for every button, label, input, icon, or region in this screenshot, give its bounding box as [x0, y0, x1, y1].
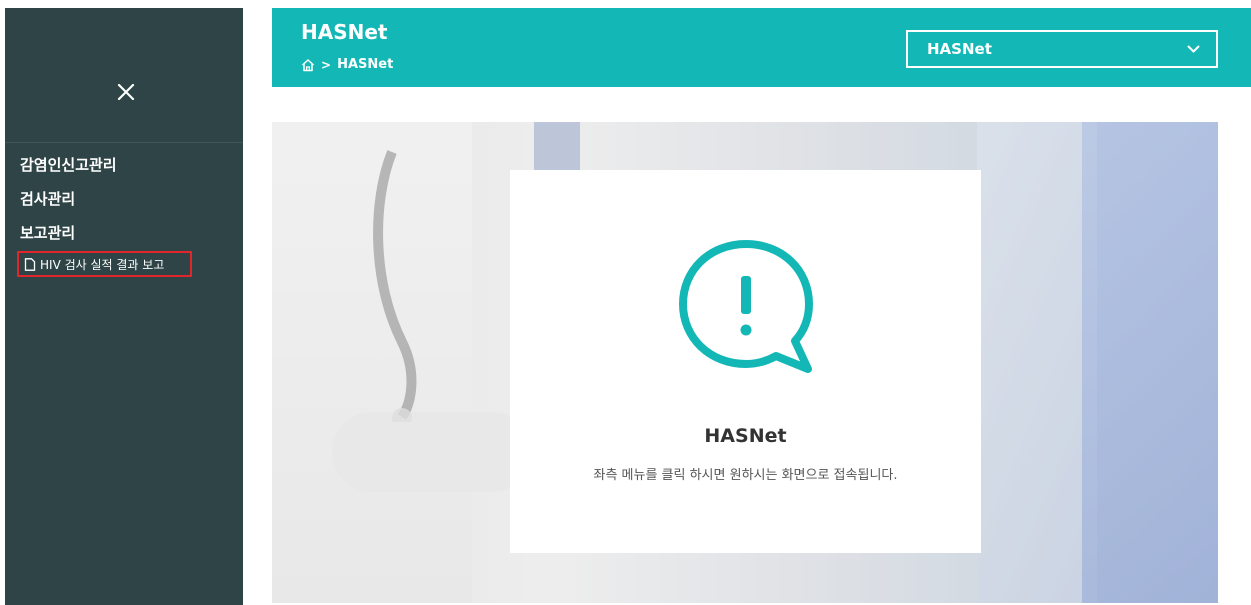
card-message: 좌측 메뉴를 클릭 하시면 원하시는 화면으로 접속됩니다. — [593, 468, 898, 483]
close-button[interactable] — [108, 74, 144, 110]
page-title: HASNet — [301, 20, 388, 44]
submenu-item-label: HIV 검사 실적 결과 보고 — [40, 257, 165, 272]
page-header: HASNet > HASNet HASNet — [272, 8, 1251, 87]
background-image: HASNet 좌측 메뉴를 클릭 하시면 원하시는 화면으로 접속됩니다. — [272, 122, 1218, 603]
breadcrumb-current: HASNet — [337, 57, 394, 72]
home-icon[interactable] — [301, 58, 315, 72]
submenu-item-hiv-report[interactable]: HIV 검사 실적 결과 보고 — [17, 251, 192, 277]
card-title: HASNet — [704, 425, 787, 447]
chevron-down-icon — [1187, 45, 1200, 53]
breadcrumb: > HASNet — [301, 57, 393, 72]
sidebar-divider — [5, 142, 243, 143]
close-icon — [117, 83, 135, 101]
menu-item-infected-report[interactable]: 감염인신고관리 — [20, 154, 235, 188]
breadcrumb-separator: > — [321, 57, 332, 72]
alert-speech-icon — [679, 240, 813, 373]
sidebar: 감염인신고관리 검사관리 보고관리 HIV 검사 실적 결과 보고 — [5, 8, 243, 605]
menu-item-test-management[interactable]: 검사관리 — [20, 188, 235, 222]
info-card: HASNet 좌측 메뉴를 클릭 하시면 원하시는 화면으로 접속됩니다. — [510, 170, 981, 553]
system-select-value: HASNet — [927, 40, 992, 58]
document-icon — [24, 257, 36, 271]
sidebar-menu: 감염인신고관리 검사관리 보고관리 HIV 검사 실적 결과 보고 — [17, 154, 235, 277]
system-select[interactable]: HASNet — [906, 30, 1218, 68]
